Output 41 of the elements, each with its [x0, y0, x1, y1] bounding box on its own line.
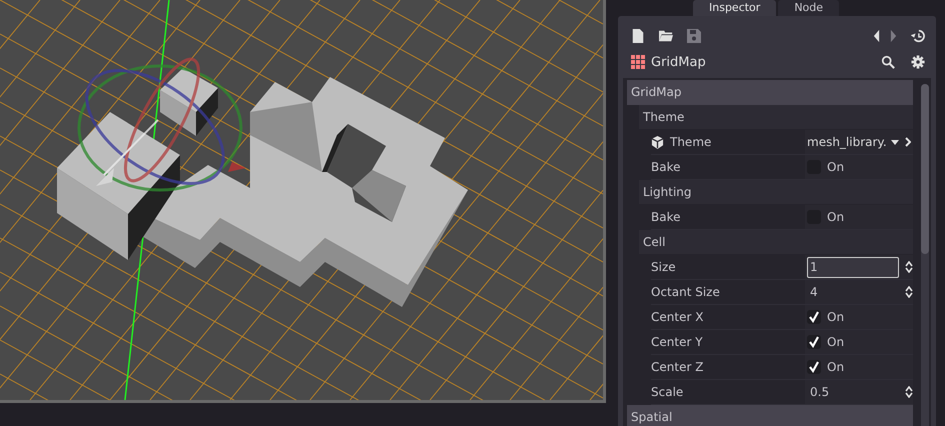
property-label: Bake — [651, 160, 680, 174]
grid-icon — [631, 55, 645, 69]
spinner-arrows-icon[interactable] — [905, 386, 913, 398]
number-field[interactable]: 1 — [807, 256, 899, 278]
checkbox[interactable] — [807, 360, 821, 374]
section-header[interactable]: Cell — [639, 230, 913, 255]
property-label: Scale — [651, 385, 684, 399]
property-label: Center X — [651, 310, 704, 324]
folder-icon[interactable] — [659, 29, 673, 43]
section-header[interactable]: Lighting — [639, 180, 913, 205]
history-icon[interactable] — [911, 29, 925, 43]
property-label: Center Z — [651, 360, 704, 374]
category-header[interactable]: Spatial — [627, 405, 913, 426]
checkbox[interactable] — [807, 310, 821, 324]
settings-icon[interactable] — [911, 55, 925, 69]
forward-arrow-icon[interactable] — [890, 29, 897, 43]
property-label: Octant Size — [651, 285, 720, 299]
dropdown-icon[interactable] — [890, 140, 899, 144]
checkbox-label: On — [827, 360, 844, 374]
checkbox-label: On — [827, 335, 844, 349]
scrollbar-thumb[interactable] — [921, 84, 929, 254]
chevron-right-icon[interactable] — [904, 137, 911, 147]
back-arrow-icon[interactable] — [873, 29, 880, 43]
category-header[interactable]: GridMap — [627, 80, 913, 105]
property-label: Center Y — [651, 335, 703, 349]
spinner-arrows-icon[interactable] — [905, 286, 913, 298]
new-file-icon[interactable] — [631, 29, 645, 43]
spinner-arrows-icon[interactable] — [905, 261, 913, 273]
section-header[interactable]: Theme — [639, 105, 913, 130]
property-label: Size — [651, 260, 676, 274]
checkbox-label: On — [827, 210, 844, 224]
checkbox-label: On — [827, 310, 844, 324]
property-label: Theme — [670, 135, 712, 149]
tab[interactable]: Inspector — [693, 0, 776, 16]
checkbox-label: On — [827, 160, 844, 174]
search-icon[interactable] — [881, 55, 895, 69]
property-label: Bake — [651, 210, 680, 224]
object-name: GridMap — [651, 54, 706, 70]
tab[interactable]: Node — [778, 0, 840, 16]
cube-icon — [651, 136, 664, 148]
checkbox[interactable] — [807, 335, 821, 349]
